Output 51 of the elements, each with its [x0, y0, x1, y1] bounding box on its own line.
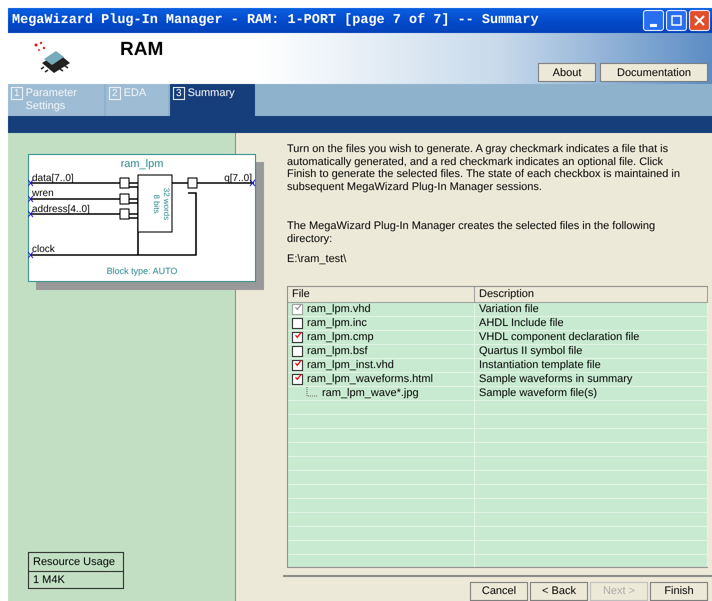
file-description: Quartus II symbol file — [479, 344, 582, 358]
file-checkbox[interactable] — [292, 332, 303, 342]
file-description: Sample waveform file(s) — [479, 386, 597, 400]
file-checkbox[interactable] — [292, 374, 303, 384]
file-checkbox[interactable] — [292, 318, 303, 328]
close-icon — [692, 13, 707, 28]
instructions-text: Turn on the files you wish to generate. A gray checkmark indicates a file that is automatically generated, and a red checkmark indicates an optional file. Click Finish to generate the selected files. The state of each checkbox is maintained in subsequent MegaWizard Plug-In Manager sessions. — [287, 143, 681, 193]
resource-usage-header: Resource Usage — [29, 553, 123, 572]
directory-note: The MegaWizard Plug-In Manager creates the selected files in the following directory: — [287, 220, 656, 245]
memory-depth: 32 words — [162, 188, 171, 220]
block-name: ram_lpm — [120, 158, 164, 170]
port-label: q[7..0] — [224, 173, 252, 184]
file-name: ram_lpm_inst.vhd — [307, 358, 394, 372]
directory-path: E:\ram_test\ — [287, 253, 348, 266]
file-checkbox[interactable] — [292, 346, 303, 356]
file-description: AHDL Include file — [479, 316, 564, 330]
file-name: ram_lpm.vhd — [307, 302, 371, 316]
file-description: Instantiation template file — [479, 358, 601, 372]
wizard-button[interactable]: Cancel — [470, 582, 528, 600]
wizard-title: RAM — [120, 39, 164, 61]
close-button[interactable] — [689, 10, 710, 31]
memory-width: 8 bits — [152, 194, 161, 214]
file-name: ram_lpm_waveforms.html — [307, 372, 433, 386]
header-button[interactable]: Documentation — [600, 63, 708, 82]
wizard-tab[interactable]: 3 Summary — [170, 84, 255, 116]
file-checkbox[interactable] — [292, 304, 303, 314]
wizard-button[interactable]: Finish — [650, 582, 708, 600]
tree-connector-icon — [304, 387, 318, 399]
file-name: ram_lpm.inc — [307, 316, 367, 330]
wizard-button[interactable]: < Back — [530, 582, 588, 600]
file-name: ram_lpm_wave*.jpg — [322, 386, 419, 400]
minimize-icon — [650, 24, 657, 26]
file-description: Sample waveforms in summary — [479, 372, 632, 386]
port-label: wren — [32, 188, 54, 199]
file-description: Variation file — [479, 302, 539, 316]
column-header[interactable]: File — [288, 286, 475, 302]
maximize-icon — [669, 13, 684, 28]
file-name: ram_lpm.bsf — [307, 344, 368, 358]
maximize-button[interactable] — [666, 10, 687, 31]
block-type: Block type: AUTO — [106, 266, 178, 276]
port-label: data[7..0] — [32, 173, 74, 184]
port-label: address[4..0] — [32, 204, 90, 215]
file-description: VHDL component declaration file — [479, 330, 640, 344]
minimize-button[interactable] — [643, 10, 664, 31]
file-name: ram_lpm.cmp — [307, 330, 374, 344]
file-checkbox[interactable] — [292, 360, 303, 370]
port-label: clock — [32, 244, 55, 255]
column-header[interactable]: Description — [475, 286, 708, 302]
window-title: MegaWizard Plug-In Manager - RAM: 1-PORT [page 7 of 7] -- Summary — [12, 13, 539, 28]
header-button[interactable]: About — [538, 63, 596, 82]
resource-usage-value: 1 M4K — [32, 573, 66, 588]
